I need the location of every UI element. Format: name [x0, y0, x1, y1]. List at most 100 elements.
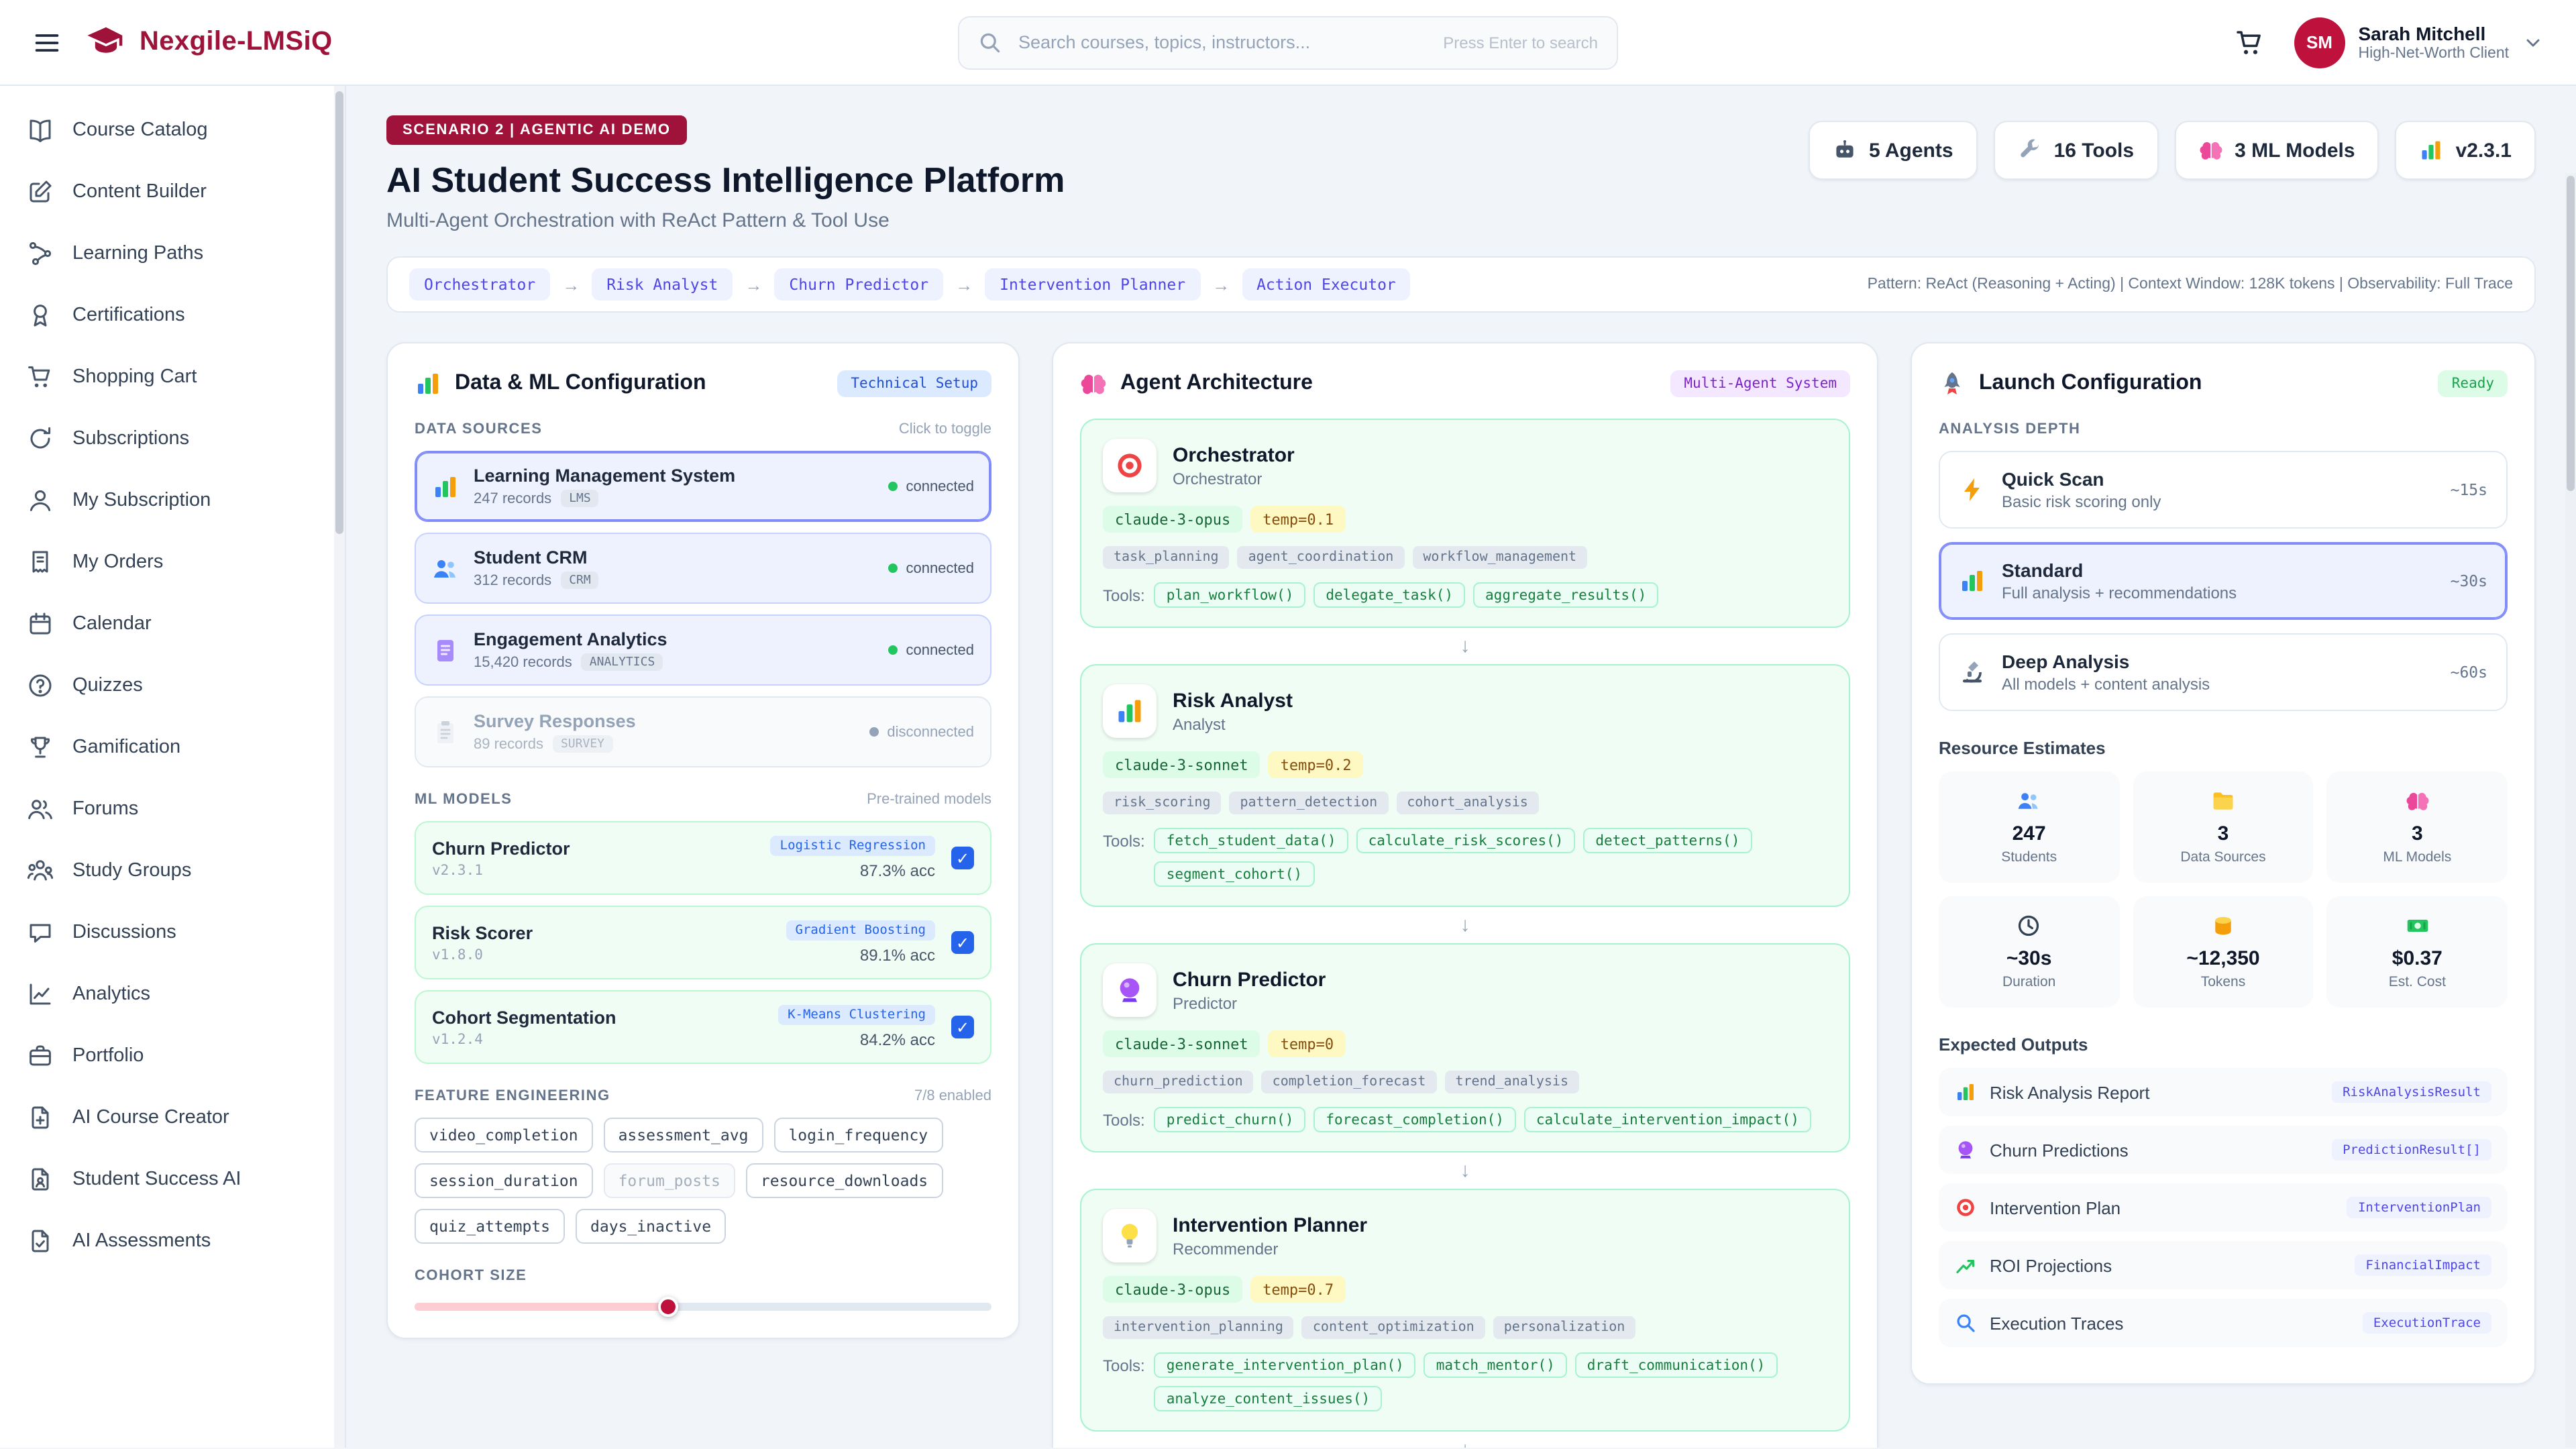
model-chip: claude-3-sonnet [1103, 1030, 1260, 1057]
page-scrollbar-thumb[interactable] [2567, 176, 2575, 491]
output-type-chip: RiskAnalysisResult [2332, 1081, 2491, 1103]
sidebar-scrollbar[interactable] [334, 86, 345, 1448]
analysis-depth-option[interactable]: Deep Analysis All models + content analy… [1939, 633, 2508, 711]
sidebar-item[interactable]: Gamification [11, 716, 323, 778]
cart-dark-icon[interactable] [2235, 28, 2264, 57]
sidebar-item[interactable]: AI Course Creator [11, 1087, 323, 1148]
sidebar-item[interactable]: Content Builder [11, 161, 323, 223]
sidebar-item[interactable]: Quizzes [11, 655, 323, 716]
data-sources-list: Learning Management System 247 records L… [415, 451, 991, 767]
data-source-row[interactable]: Student CRM 312 records CRM connected [415, 533, 991, 604]
sidebar-scrollbar-thumb[interactable] [335, 91, 343, 534]
status-dot [888, 482, 898, 491]
data-source-name: Learning Management System [474, 466, 873, 486]
sidebar-item[interactable]: Forums [11, 778, 323, 840]
data-source-row[interactable]: Engagement Analytics 15,420 records ANAL… [415, 614, 991, 686]
model-checkbox[interactable]: ✓ [951, 847, 974, 869]
capability-tag: trend_analysis [1444, 1071, 1579, 1093]
model-accuracy: 87.3% acc [860, 861, 935, 880]
tools-label: Tools: [1103, 828, 1145, 851]
sidebar-item[interactable]: My Orders [11, 531, 323, 593]
feature-toggle[interactable]: assessment_avg [604, 1118, 763, 1152]
depth-duration: ~15s [2451, 480, 2487, 499]
ml-model-row[interactable]: Churn Predictor v2.3.1 Logistic Regressi… [415, 821, 991, 895]
temperature-chip: temp=0.1 [1250, 506, 1346, 533]
resource-estimates-grid: 247 Students 3 Data Sources 3 ML Models [1939, 771, 2508, 1008]
sidebar-item[interactable]: Certifications [11, 284, 323, 346]
stat-label: 3 ML Models [2235, 139, 2355, 162]
output-type-chip: InterventionPlan [2347, 1197, 2491, 1218]
search-bar[interactable]: Press Enter to search [958, 15, 1618, 69]
capability-tags: intervention_planningcontent_optimizatio… [1103, 1316, 1827, 1339]
sidebar-item[interactable]: Learning Paths [11, 223, 323, 284]
flow-arrow-icon: ↓ [1080, 628, 1850, 664]
sidebar-item-label: My Orders [72, 551, 163, 573]
resource-label: Est. Cost [2335, 974, 2500, 990]
status-dot [888, 564, 898, 573]
cohort-size-slider[interactable] [415, 1303, 991, 1311]
users-icon [27, 796, 54, 822]
tool-chip: segment_cohort() [1155, 861, 1314, 887]
help-icon [27, 672, 54, 699]
brain-icon [1080, 370, 1107, 397]
feature-toggle[interactable]: login_frequency [773, 1118, 943, 1152]
capability-tag: task_planning [1103, 546, 1230, 569]
tool-chip: analyze_content_issues() [1155, 1386, 1382, 1411]
feature-toggle[interactable]: forum_posts [604, 1163, 735, 1198]
feature-toggle[interactable]: session_duration [415, 1163, 593, 1198]
feature-toggle[interactable]: video_completion [415, 1118, 593, 1152]
sidebar-item[interactable]: Shopping Cart [11, 346, 323, 408]
analysis-depth-option[interactable]: Quick Scan Basic risk scoring only ~15s [1939, 451, 2508, 529]
model-checkbox[interactable]: ✓ [951, 1016, 974, 1038]
feature-toggle[interactable]: quiz_attempts [415, 1209, 565, 1244]
sidebar-item[interactable]: Analytics [11, 963, 323, 1025]
agent-card: Risk Analyst Analyst claude-3-sonnet tem… [1080, 664, 1850, 907]
page-scrollbar[interactable] [2565, 173, 2576, 1448]
sidebar-item[interactable]: Course Catalog [11, 99, 323, 161]
sidebar: Course Catalog Content Builder Learning … [0, 86, 346, 1448]
feature-toggle[interactable]: days_inactive [576, 1209, 726, 1244]
ml-model-row[interactable]: Risk Scorer v1.8.0 Gradient Boosting 89.… [415, 906, 991, 979]
resource-label: Students [1947, 849, 2111, 865]
capability-tag: churn_prediction [1103, 1071, 1254, 1093]
sidebar-item[interactable]: Portfolio [11, 1025, 323, 1087]
model-version: v2.3.1 [432, 862, 755, 878]
sidebar-item[interactable]: AI Assessments [11, 1210, 323, 1272]
sidebar-item[interactable]: Study Groups [11, 840, 323, 902]
crystal-ball-icon [1955, 1139, 1976, 1161]
feature-toggle[interactable]: resource_downloads [746, 1163, 943, 1198]
page-subtitle: Multi-Agent Orchestration with ReAct Pat… [386, 209, 1065, 232]
capability-tag: workflow_management [1412, 546, 1587, 569]
sidebar-item-label: Quizzes [72, 675, 143, 696]
resource-estimate: ~30s Duration [1939, 896, 2119, 1008]
sidebar-item-label: Content Builder [72, 181, 207, 203]
sidebar-item[interactable]: Calendar [11, 593, 323, 655]
slider-knob[interactable] [658, 1297, 678, 1317]
analysis-depth-option[interactable]: Standard Full analysis + recommendations… [1939, 542, 2508, 620]
brand[interactable]: Nexgile-LMSiQ [86, 22, 332, 62]
sidebar-item[interactable]: Discussions [11, 902, 323, 963]
capability-tag: completion_forecast [1262, 1071, 1437, 1093]
data-source-name: Student CRM [474, 547, 873, 568]
scenario-badge: SCENARIO 2 | AGENTIC AI DEMO [386, 115, 687, 145]
hamburger-icon[interactable] [32, 28, 62, 57]
tools-list: fetch_student_data()calculate_risk_score… [1155, 828, 1827, 887]
sidebar-item[interactable]: Student Success AI [11, 1148, 323, 1210]
data-source-row[interactable]: Survey Responses 89 records SURVEY disco… [415, 696, 991, 767]
data-source-row[interactable]: Learning Management System 247 records L… [415, 451, 991, 522]
resource-estimate: 3 Data Sources [2133, 771, 2313, 883]
search-input[interactable] [1016, 31, 1430, 54]
depth-duration: ~30s [2451, 572, 2487, 590]
sidebar-item-label: Subscriptions [72, 428, 189, 449]
user-menu[interactable]: SM Sarah Mitchell High-Net-Worth Client [2294, 17, 2544, 68]
doc-check-icon [27, 1228, 54, 1254]
calendar-icon [27, 610, 54, 637]
data-source-tag: LMS [561, 490, 599, 507]
model-checkbox[interactable]: ✓ [951, 931, 974, 954]
ml-models-list: Churn Predictor v2.3.1 Logistic Regressi… [415, 821, 991, 1064]
sidebar-item[interactable]: My Subscription [11, 470, 323, 531]
card-title: Data & ML Configuration [455, 372, 824, 396]
ribbon-icon [27, 302, 54, 329]
ml-model-row[interactable]: Cohort Segmentation v1.2.4 K-Means Clust… [415, 990, 991, 1064]
sidebar-item[interactable]: Subscriptions [11, 408, 323, 470]
